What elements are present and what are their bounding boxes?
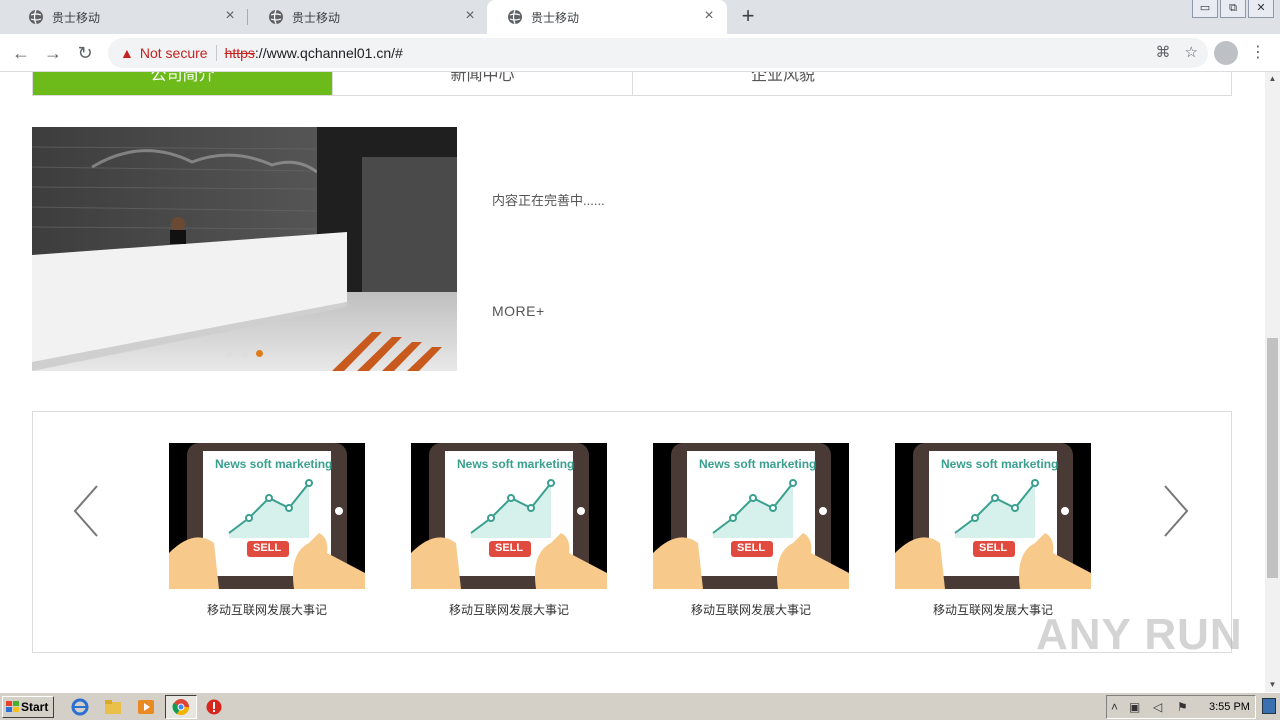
nav-tab-news[interactable]: 新闻中心 <box>333 72 633 95</box>
security-label[interactable]: Not secure <box>140 45 208 61</box>
sell-label: SELL <box>737 542 766 554</box>
browser-tab-2[interactable]: 贵士移动 × <box>248 0 488 34</box>
profile-avatar[interactable] <box>1214 41 1238 65</box>
windows-taskbar: Start ˄ ▣ ◁ ⚑ 3:55 PM <box>0 692 1280 720</box>
intro-text: 内容正在完善中...... <box>492 193 605 208</box>
translate-icon[interactable]: ⌘ <box>1156 43 1171 61</box>
section-nav: 公司简介 新闻中心 企业风貌 <box>32 72 1232 96</box>
card-image-title: News soft marketing <box>941 457 1059 471</box>
card-image-title: News soft marketing <box>699 457 817 471</box>
close-tab-icon[interactable]: × <box>701 8 717 25</box>
action-center-flag-icon[interactable]: ⚑ <box>1177 700 1188 714</box>
chrome-icon <box>172 699 190 716</box>
slider-dot-active[interactable] <box>256 350 263 357</box>
news-card[interactable]: News soft marketing SELL 移动互联网发展大事记 <box>653 443 849 618</box>
forward-button[interactable]: → <box>42 42 64 64</box>
scroll-thumb[interactable] <box>1267 338 1278 578</box>
internet-explorer-icon[interactable] <box>71 698 89 716</box>
reload-button[interactable]: ↻ <box>74 42 96 64</box>
tray-expand-icon[interactable]: ˄ <box>1111 700 1118 714</box>
slider-dot[interactable] <box>226 350 233 357</box>
slider-dot[interactable] <box>241 350 248 357</box>
tab-title: 贵士移动 <box>292 10 341 25</box>
minimize-button[interactable]: ▭ <box>1192 0 1218 18</box>
start-label: Start <box>21 700 49 714</box>
tab-title: 贵士移动 <box>52 10 101 25</box>
watermark-logo: ANY RUN <box>1036 610 1243 659</box>
volume-icon[interactable]: ◁ <box>1153 700 1162 714</box>
restore-button[interactable]: ⧉ <box>1220 0 1246 18</box>
media-player-icon[interactable] <box>137 698 155 716</box>
window-controls: ▭ ⧉ ✕ <box>1190 0 1274 18</box>
lobby-photo <box>32 127 457 371</box>
browser-tab-3[interactable]: 贵士移动 × <box>487 0 727 34</box>
page-scrollbar[interactable]: ▲ ▼ <box>1265 72 1280 692</box>
card-thumbnail: News soft marketing SELL <box>169 443 365 589</box>
card-thumbnail: News soft marketing SELL <box>411 443 607 589</box>
globe-icon <box>508 9 522 25</box>
system-tray: ˄ ▣ ◁ ⚑ 3:55 PM <box>1106 695 1256 719</box>
globe-icon <box>269 9 283 25</box>
scroll-up-arrow-icon[interactable]: ▲ <box>1265 72 1280 86</box>
sell-label: SELL <box>495 542 524 554</box>
card-caption[interactable]: 移动互联网发展大事记 <box>169 601 365 618</box>
nav-tab-style[interactable]: 企业风貌 <box>633 72 933 95</box>
close-tab-icon[interactable]: × <box>222 8 238 25</box>
close-window-button[interactable]: ✕ <box>1248 0 1274 18</box>
browser-tab-strip: 贵士移动 × 贵士移动 × 贵士移动 × + ▭ ⧉ ✕ <box>0 0 1280 34</box>
news-card[interactable]: News soft marketing SELL 移动互联网发展大事记 <box>411 443 607 618</box>
browser-toolbar: ← → ↻ ▲ Not secure https://www.qchannel0… <box>0 34 1280 72</box>
show-desktop-button[interactable] <box>1262 698 1276 714</box>
card-caption[interactable]: 移动互联网发展大事记 <box>411 601 607 618</box>
chevron-right-icon[interactable] <box>1161 484 1191 538</box>
card-thumbnail: News soft marketing SELL <box>653 443 849 589</box>
card-caption[interactable]: 移动互联网发展大事记 <box>653 601 849 618</box>
more-link[interactable]: MORE+ <box>492 303 545 319</box>
nav-tab-about[interactable]: 公司简介 <box>33 72 333 95</box>
taskbar-chrome-button[interactable] <box>165 695 197 719</box>
globe-icon <box>29 9 43 25</box>
image-slider[interactable] <box>32 127 457 371</box>
network-icon[interactable]: ▣ <box>1129 700 1140 714</box>
sell-label: SELL <box>253 542 282 554</box>
card-image-title: News soft marketing <box>457 457 575 471</box>
bookmark-star-icon[interactable]: ☆ <box>1185 43 1198 61</box>
url-text: ://www.qchannel01.cn/# <box>254 45 403 61</box>
page-viewport: 公司简介 新闻中心 企业风貌 内容正在完善中...... MORE+ News … <box>0 72 1265 692</box>
address-bar[interactable]: ▲ Not secure https://www.qchannel01.cn/#… <box>108 38 1208 68</box>
sell-label: SELL <box>979 542 1008 554</box>
news-card[interactable]: News soft marketing SELL 移动互联网发展大事记 <box>895 443 1091 618</box>
folder-icon[interactable] <box>104 698 122 716</box>
chevron-left-icon[interactable] <box>71 484 101 538</box>
tab-title: 贵士移动 <box>531 10 580 25</box>
windows-flag-icon <box>6 701 19 712</box>
menu-icon[interactable]: ⋮ <box>1250 42 1266 62</box>
warning-icon[interactable]: ▲ <box>120 45 134 61</box>
close-tab-icon[interactable]: × <box>462 8 478 25</box>
stop-icon[interactable] <box>205 698 223 716</box>
omnibox-divider <box>215 45 217 61</box>
url-scheme: https <box>224 45 255 61</box>
omnibox-actions: ⌘ ☆ <box>1156 43 1198 61</box>
card-thumbnail: News soft marketing SELL <box>895 443 1091 589</box>
news-card[interactable]: News soft marketing SELL 移动互联网发展大事记 <box>169 443 365 618</box>
new-tab-button[interactable]: + <box>736 5 760 28</box>
taskbar-clock[interactable]: 3:55 PM <box>1209 701 1250 713</box>
slider-dots <box>226 350 263 357</box>
back-button[interactable]: ← <box>10 42 32 64</box>
scroll-down-arrow-icon[interactable]: ▼ <box>1265 678 1280 692</box>
browser-tab-1[interactable]: 贵士移动 × <box>8 0 248 34</box>
start-button[interactable]: Start <box>2 696 54 718</box>
card-image-title: News soft marketing <box>215 457 333 471</box>
